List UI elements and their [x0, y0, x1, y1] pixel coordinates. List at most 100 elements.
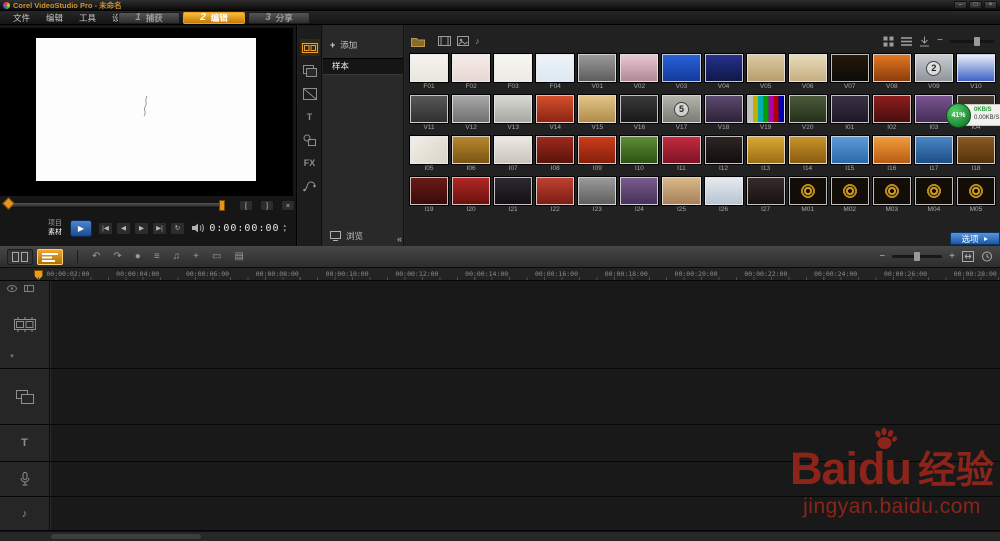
overlay-track-header[interactable]: [0, 369, 50, 424]
timeline-zoom-knob[interactable]: [914, 252, 920, 261]
thumbnail-image[interactable]: 5: [662, 95, 700, 123]
library-thumbnail[interactable]: I02: [873, 95, 911, 131]
show-photos-icon[interactable]: [457, 36, 469, 46]
project-duration-icon[interactable]: [981, 251, 993, 262]
sound-mixer-icon[interactable]: ≡: [154, 249, 160, 265]
thumbnail-image[interactable]: [578, 136, 616, 164]
thumbnail-image[interactable]: [452, 136, 490, 164]
graphic-icon[interactable]: [300, 131, 320, 148]
library-thumbnail[interactable]: V04: [705, 54, 743, 90]
thumbnail-image[interactable]: [494, 136, 532, 164]
thumbnail-image[interactable]: 2: [915, 54, 953, 82]
library-thumbnail[interactable]: I19: [410, 177, 448, 213]
thumbnail-image[interactable]: [789, 95, 827, 123]
home-icon[interactable]: |◀: [98, 222, 113, 235]
thumbnail-image[interactable]: [494, 177, 532, 205]
filter-icon[interactable]: FX: [300, 154, 320, 171]
thumbnail-image[interactable]: [578, 54, 616, 82]
thumbnail-image[interactable]: [831, 95, 869, 123]
thumbnail-image[interactable]: [831, 136, 869, 164]
thumbnail-image[interactable]: [410, 177, 448, 205]
library-thumbnail[interactable]: I10: [620, 136, 658, 172]
library-thumbnail[interactable]: M03: [873, 177, 911, 213]
motion-tracking-icon[interactable]: +: [193, 249, 199, 265]
instant-project-icon[interactable]: [300, 62, 320, 79]
thumbnail-image[interactable]: [789, 177, 827, 205]
thumbnail-image[interactable]: [662, 54, 700, 82]
gallery-folder-icon[interactable]: [411, 36, 425, 47]
thumbnail-image[interactable]: [747, 95, 785, 123]
volume-icon[interactable]: [191, 223, 204, 233]
library-thumbnail[interactable]: M02: [831, 177, 869, 213]
media-library-icon[interactable]: [300, 39, 320, 56]
fit-project-icon[interactable]: [962, 251, 974, 262]
library-thumbnail[interactable]: I11: [662, 136, 700, 172]
thumbnail-image[interactable]: [494, 95, 532, 123]
timeline-scrollbar-thumb[interactable]: [51, 534, 201, 539]
thumbnail-image[interactable]: [747, 177, 785, 205]
ripple-edit-icon[interactable]: [24, 285, 34, 292]
show-videos-icon[interactable]: [438, 36, 451, 46]
folder-item-samples[interactable]: 样本: [323, 58, 403, 75]
library-thumbnail[interactable]: V16: [620, 95, 658, 131]
previous-frame-icon[interactable]: ◀: [116, 222, 131, 235]
thumbnail-image[interactable]: [873, 95, 911, 123]
project-mode-button[interactable]: 项目: [45, 220, 65, 228]
mark-out-icon[interactable]: ]: [260, 200, 274, 211]
thumbnail-image[interactable]: [705, 95, 743, 123]
library-thumbnail[interactable]: V10: [957, 54, 995, 90]
library-thumbnail[interactable]: I01: [831, 95, 869, 131]
timeline-zoom-out-icon[interactable]: −: [879, 250, 885, 264]
thumbnail-image[interactable]: [957, 177, 995, 205]
thumbnail-image[interactable]: [410, 136, 448, 164]
close-button[interactable]: ×: [984, 1, 997, 9]
library-thumbnail[interactable]: V11: [410, 95, 448, 131]
thumbnail-image[interactable]: [410, 54, 448, 82]
step-tab[interactable]: 3 分享: [248, 12, 310, 24]
music-track-header[interactable]: ♪: [0, 497, 50, 530]
redo-icon[interactable]: ↷: [113, 249, 121, 265]
library-thumbnail[interactable]: V02: [620, 54, 658, 90]
thumbnail-image[interactable]: [915, 177, 953, 205]
library-thumbnail[interactable]: I25: [662, 177, 700, 213]
thumbnail-image[interactable]: [873, 54, 911, 82]
timeline-zoom-in-icon[interactable]: +: [949, 250, 955, 264]
library-thumbnail[interactable]: V01: [578, 54, 616, 90]
clip-mode-button[interactable]: 素材: [45, 229, 65, 237]
thumbnail-image[interactable]: [494, 54, 532, 82]
library-thumbnail[interactable]: V13: [494, 95, 532, 131]
show-audio-icon[interactable]: ♪: [475, 36, 480, 46]
thumbnail-zoom-out-icon[interactable]: −: [937, 34, 943, 48]
thumbnail-image[interactable]: [536, 136, 574, 164]
menu-item[interactable]: 编辑: [38, 12, 71, 24]
thumbnail-image[interactable]: [578, 95, 616, 123]
library-thumbnail[interactable]: V05: [747, 54, 785, 90]
library-thumbnail[interactable]: I15: [831, 136, 869, 172]
title-icon[interactable]: T: [300, 108, 320, 125]
library-thumbnail[interactable]: 5 V17: [662, 95, 700, 131]
thumbnail-image[interactable]: [452, 54, 490, 82]
timecode-down-icon[interactable]: ▼: [283, 229, 287, 233]
library-thumbnail[interactable]: F01: [410, 54, 448, 90]
timeline-zoom-slider[interactable]: [892, 255, 942, 258]
timeline-scrollbar[interactable]: [0, 531, 1000, 541]
library-thumbnail[interactable]: F02: [452, 54, 490, 90]
thumbnail-image[interactable]: [705, 136, 743, 164]
library-thumbnail[interactable]: I09: [578, 136, 616, 172]
add-folder-button[interactable]: + 添加: [323, 37, 403, 52]
options-button[interactable]: 选项: [950, 232, 1000, 245]
track-chevron-down-icon[interactable]: ▼: [9, 354, 15, 360]
library-thumbnail[interactable]: V08: [873, 54, 911, 90]
auto-music-icon[interactable]: ♫: [173, 249, 181, 265]
thumbnail-size-knob[interactable]: [974, 37, 980, 46]
thumbnail-image[interactable]: [789, 54, 827, 82]
voice-track-header[interactable]: [0, 462, 50, 496]
menu-item[interactable]: 文件: [5, 12, 38, 24]
preview-scrubber[interactable]: [5, 202, 225, 208]
library-thumbnail[interactable]: I22: [536, 177, 574, 213]
thumbnail-image[interactable]: [957, 136, 995, 164]
library-thumbnail[interactable]: V12: [452, 95, 490, 131]
library-thumbnail[interactable]: V07: [831, 54, 869, 90]
thumbnail-image[interactable]: [452, 95, 490, 123]
thumbnail-image[interactable]: [831, 177, 869, 205]
